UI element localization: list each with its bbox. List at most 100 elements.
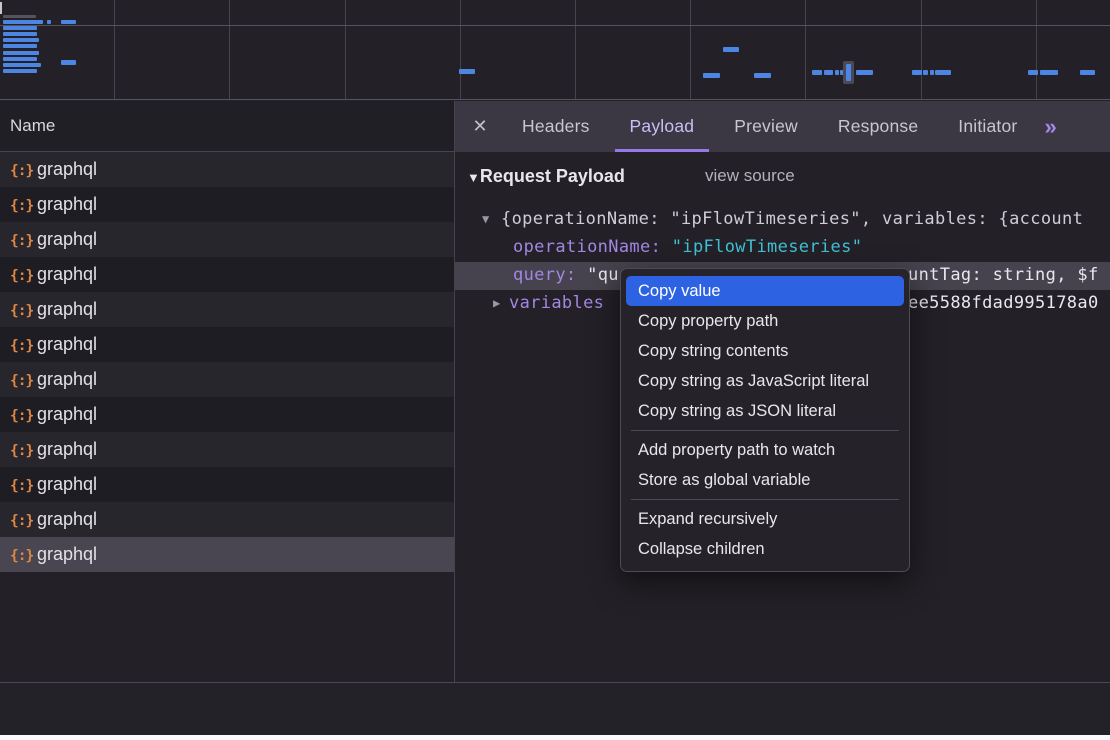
tab-response[interactable]: Response [823,101,933,152]
request-timing-bar[interactable] [923,70,928,75]
menu-item-expand-recursively[interactable]: Expand recursively [626,504,904,534]
property-key: query: [513,265,587,285]
screenshot-bottom-edge [0,735,1110,740]
request-row-graphql[interactable]: {:}graphql [0,502,454,537]
request-row-graphql[interactable]: {:}graphql [0,292,454,327]
timeline-gridline [805,0,806,99]
request-timing-bar[interactable] [1080,70,1095,75]
request-timing-bar[interactable] [856,70,873,75]
request-row-graphql[interactable]: {:}graphql [0,467,454,502]
menu-item-collapse-children[interactable]: Collapse children [626,534,904,564]
status-footer [0,683,1110,735]
request-timing-bar[interactable] [3,20,43,24]
request-row-graphql[interactable]: {:}graphql [0,537,454,572]
network-overview-timeline[interactable] [0,0,1110,100]
menu-item-copy-value[interactable]: Copy value [626,276,904,306]
json-braces-icon: {:} [10,364,37,399]
request-timing-bar[interactable] [3,51,39,55]
request-timing-bar[interactable] [61,60,76,65]
query-value-right-fragment: untTag: string, $f [908,262,1099,289]
request-timing-bar[interactable] [835,70,839,75]
menu-item-add-property-path-to-watch[interactable]: Add property path to watch [626,435,904,465]
timeline-gridline [575,0,576,99]
timeline-gridline [460,0,461,99]
request-timing-bar[interactable] [3,15,36,18]
request-row-graphql[interactable]: {:}graphql [0,327,454,362]
tab-preview[interactable]: Preview [719,101,813,152]
request-timing-bar[interactable] [703,73,720,78]
payload-operation-name-row[interactable]: operationName: "ipFlowTimeseries" [455,234,1110,261]
view-source-link[interactable]: view source [705,162,795,190]
json-braces-icon: {:} [10,504,37,539]
request-timing-bar[interactable] [3,32,37,36]
menu-separator [631,499,899,500]
json-braces-icon: {:} [10,294,37,329]
name-column-label: Name [10,116,55,135]
request-name-label: graphql [37,369,97,389]
request-name-label: graphql [37,544,97,564]
property-string-value-partial: "qu [587,265,619,285]
timeline-gridline [229,0,230,99]
property-key: operationName: [513,237,672,257]
request-row-graphql[interactable]: {:}graphql [0,432,454,467]
request-row-graphql[interactable]: {:}graphql [0,187,454,222]
request-name-label: graphql [37,229,97,249]
request-timing-bar[interactable] [47,20,51,24]
request-timing-bar[interactable] [912,70,922,75]
more-tabs-icon[interactable]: » [1044,101,1056,152]
request-timing-bar[interactable] [1028,70,1038,75]
selected-request-marker[interactable] [843,61,854,84]
request-row-graphql[interactable]: {:}graphql [0,397,454,432]
request-timing-bar[interactable] [754,73,771,78]
timeline-horizontal-gridline [0,25,1110,26]
variables-expand-icon[interactable]: ▶ [493,290,501,317]
request-timing-bar[interactable] [3,26,37,30]
request-timing-bar[interactable] [3,38,39,42]
name-column-header[interactable]: Name [0,101,454,152]
request-timing-bar[interactable] [812,70,822,75]
request-row-graphql[interactable]: {:}graphql [0,257,454,292]
section-title: Request Payload [480,166,625,186]
tab-payload[interactable]: Payload [615,101,710,152]
request-timing-bar[interactable] [824,70,833,75]
request-timing-bar[interactable] [3,57,37,61]
request-row-graphql[interactable]: {:}graphql [0,362,454,397]
request-timing-bar[interactable] [3,44,37,48]
request-name-label: graphql [37,264,97,284]
request-timing-bar[interactable] [723,47,739,52]
timeline-gridline [690,0,691,99]
variables-preview-right-fragment: ee5588fdad995178a0 [908,290,1099,317]
request-name-label: graphql [37,194,97,214]
request-name-label: graphql [37,509,97,529]
menu-item-copy-string-as-javascript-literal[interactable]: Copy string as JavaScript literal [626,366,904,396]
section-collapse-icon[interactable]: ▼ [455,170,480,185]
menu-item-copy-property-path[interactable]: Copy property path [626,306,904,336]
request-timing-bar[interactable] [930,70,934,75]
json-braces-icon: {:} [10,154,37,189]
root-collapse-icon[interactable]: ▼ [482,206,490,233]
menu-item-copy-string-as-json-literal[interactable]: Copy string as JSON literal [626,396,904,426]
request-row-graphql[interactable]: {:}graphql [0,222,454,257]
request-name-label: graphql [37,334,97,354]
request-payload-section[interactable]: ▼Request Payload view source [455,162,625,190]
request-timing-bar[interactable] [459,69,475,74]
menu-item-store-as-global-variable[interactable]: Store as global variable [626,465,904,495]
close-detail-icon[interactable]: ✕ [463,101,497,152]
json-braces-icon: {:} [10,434,37,469]
tab-initiator[interactable]: Initiator [943,101,1032,152]
request-name-label: graphql [37,404,97,424]
menu-item-copy-string-contents[interactable]: Copy string contents [626,336,904,366]
request-timing-bar[interactable] [61,20,76,24]
request-row-graphql[interactable]: {:}graphql [0,152,454,187]
request-timing-bar[interactable] [3,63,41,67]
payload-root-row[interactable]: ▼ {operationName: "ipFlowTimeseries", va… [455,206,1110,233]
json-braces-icon: {:} [10,259,37,294]
request-timing-bar[interactable] [1040,70,1058,75]
timeline-gridline [921,0,922,99]
request-name-label: graphql [37,299,97,319]
request-timing-bar[interactable] [3,69,37,73]
root-preview-text: {operationName: "ipFlowTimeseries", vari… [501,206,1083,233]
request-timing-bar[interactable] [935,70,951,75]
tab-headers[interactable]: Headers [507,101,605,152]
timeline-gridline [1036,0,1037,99]
